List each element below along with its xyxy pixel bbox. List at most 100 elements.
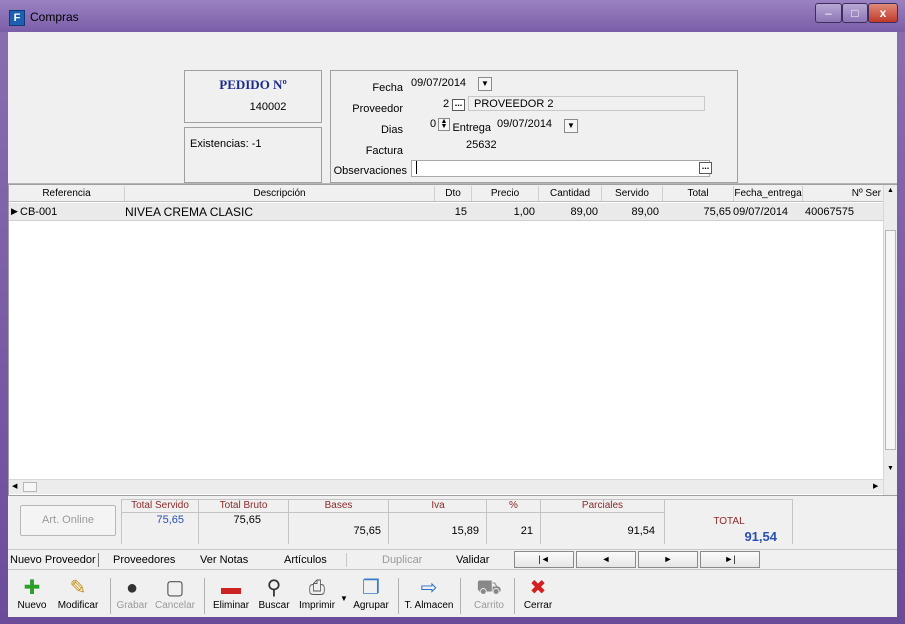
text-cursor <box>416 161 417 174</box>
link-ver-notas[interactable]: Ver Notas <box>200 554 248 566</box>
nuevo-label: Nuevo <box>17 600 47 611</box>
toolbar-divider <box>514 578 515 614</box>
header-precio[interactable]: Precio <box>472 188 538 199</box>
header-descripcion[interactable]: Descripción <box>125 188 434 199</box>
imprimir-dropdown-icon[interactable]: ▼ <box>340 594 348 603</box>
header-referencia[interactable]: Referencia <box>9 188 124 199</box>
horizontal-scroll-thumb[interactable] <box>23 482 37 492</box>
total-label: TOTAL <box>713 516 745 527</box>
factura-value[interactable]: 25632 <box>466 139 497 151</box>
horizontal-scrollbar[interactable]: ◀ ▶ <box>9 479 883 494</box>
total-bruto-label: Total Bruto <box>199 500 288 513</box>
proveedor-name: PROVEEDOR 2 <box>474 98 554 110</box>
fecha-label: Fecha <box>372 82 403 94</box>
imprimir-button[interactable]: ⎙ Imprimir <box>296 576 338 611</box>
modificar-button[interactable]: ✎ Modificar <box>54 576 102 611</box>
cancel-doc-icon: ▢ <box>165 577 185 599</box>
link-duplicar[interactable]: Duplicar <box>382 554 422 566</box>
total-value: 91,54 <box>744 529 777 544</box>
nav-next-button[interactable]: ► <box>638 551 698 568</box>
scroll-left-icon[interactable]: ◀ <box>12 482 17 490</box>
cart-icon: ⛟ <box>476 577 502 599</box>
header-n-serie[interactable]: Nº Ser <box>803 188 883 199</box>
proveedor-lookup-button[interactable]: ... <box>452 99 465 111</box>
cell-precio[interactable]: 1,00 <box>472 206 535 218</box>
cell-dto[interactable]: 15 <box>435 206 467 218</box>
link-divider <box>98 553 99 567</box>
eliminar-label: Eliminar <box>212 600 250 611</box>
bases-value: 75,65 <box>353 525 381 537</box>
transfer-doc-icon: ⇨ <box>420 577 438 599</box>
ellipsis-icon: ... <box>454 98 463 108</box>
observaciones-lookup-button[interactable]: ... <box>699 162 712 174</box>
iva-value: 15,89 <box>451 525 479 537</box>
entrega-value[interactable]: 09/07/2014 <box>497 118 552 130</box>
total-bruto-value: 75,65 <box>233 514 261 526</box>
order-lines-grid[interactable]: Referencia Descripción Dto Precio Cantid… <box>8 184 897 496</box>
header-total[interactable]: Total <box>663 188 733 199</box>
percent-label: % <box>487 500 540 513</box>
buscar-button[interactable]: ⚲ Buscar <box>255 576 293 611</box>
entrega-dropdown-button[interactable]: ▼ <box>564 119 578 133</box>
link-nuevo-proveedor[interactable]: Nuevo Proveedor <box>10 554 96 566</box>
cell-referencia[interactable]: CB-001 <box>20 206 57 218</box>
link-articulos[interactable]: Artículos <box>284 554 327 566</box>
plus-icon: ✚ <box>23 577 41 599</box>
cell-fecha-entrega[interactable]: 09/07/2014 <box>733 206 788 218</box>
art-online-button[interactable]: Art. Online <box>20 505 116 536</box>
header-fecha-entrega[interactable]: Fecha_entrega <box>734 188 802 199</box>
cell-descripcion[interactable]: NIVEA CREMA CLASIC <box>125 205 253 219</box>
row-pointer-icon: ▶ <box>11 206 18 216</box>
title-bar: F Compras – □ x <box>0 0 905 32</box>
scroll-down-icon[interactable]: ▼ <box>887 465 894 472</box>
link-validar[interactable]: Validar <box>456 554 489 566</box>
cancelar-button[interactable]: ▢ Cancelar <box>153 576 197 611</box>
window-title: Compras <box>30 10 79 24</box>
scroll-right-icon[interactable]: ▶ <box>873 482 878 490</box>
cell-n-serie[interactable]: 40067575 <box>805 206 854 218</box>
close-window-button[interactable]: x <box>868 3 898 23</box>
agrupar-button[interactable]: ❐ Agrupar <box>350 576 392 611</box>
vertical-scroll-thumb[interactable] <box>885 230 896 450</box>
cerrar-button[interactable]: ✖ Cerrar <box>520 576 556 611</box>
chevron-down-icon: ▼ <box>567 121 575 130</box>
vertical-scrollbar[interactable]: ▲ ▼ <box>883 185 897 495</box>
cell-cantidad[interactable]: 89,00 <box>539 206 598 218</box>
nuevo-button[interactable]: ✚ Nuevo <box>16 576 48 611</box>
grabar-button[interactable]: ● Grabar <box>115 576 149 611</box>
cell-servido[interactable]: 89,00 <box>602 206 659 218</box>
carrito-button[interactable]: ⛟ Carrito <box>470 576 508 611</box>
table-row[interactable]: ▶ CB-001 NIVEA CREMA CLASIC 15 1,00 89,0… <box>9 203 883 221</box>
nav-prev-button[interactable]: ◄ <box>576 551 636 568</box>
eliminar-button[interactable]: ▬ Eliminar <box>210 576 252 611</box>
minimize-button[interactable]: – <box>815 3 842 23</box>
t-almacen-label: T. Almacen <box>404 600 454 611</box>
nav-last-button[interactable]: ►| <box>700 551 760 568</box>
observaciones-input[interactable] <box>411 160 710 177</box>
minus-icon: ▬ <box>221 577 241 599</box>
toolbar-divider <box>204 578 205 614</box>
fecha-dropdown-button[interactable]: ▼ <box>478 77 492 91</box>
pencil-icon: ✎ <box>69 577 87 599</box>
link-proveedores[interactable]: Proveedores <box>113 554 175 566</box>
iva-label: Iva <box>389 500 487 513</box>
printer-icon: ⎙ <box>309 577 325 599</box>
dias-spinner[interactable]: ▲ ▼ <box>438 118 450 131</box>
total-cell: TOTAL 91,54 <box>665 499 793 544</box>
fecha-value[interactable]: 09/07/2014 <box>411 77 466 89</box>
header-cantidad[interactable]: Cantidad <box>539 188 601 199</box>
nav-first-button[interactable]: |◄ <box>514 551 574 568</box>
order-header: PEDIDO Nº 140002 Existencias: -1 Fecha 0… <box>8 32 897 184</box>
toolbar-divider <box>398 578 399 614</box>
totals-panel: Art. Online Total Servido 75,65 Total Br… <box>8 496 897 546</box>
header-dto[interactable]: Dto <box>435 188 471 199</box>
order-form: Fecha 09/07/2014 ▼ Proveedor 2 ... PROVE… <box>330 70 738 183</box>
scroll-up-icon[interactable]: ▲ <box>887 187 894 194</box>
proveedor-name-field: PROVEEDOR 2 <box>468 96 705 111</box>
cell-total[interactable]: 75,65 <box>663 206 731 218</box>
proveedor-number[interactable]: 2 <box>443 98 449 110</box>
header-servido[interactable]: Servido <box>602 188 662 199</box>
dias-value[interactable]: 0 <box>430 118 436 130</box>
t-almacen-button[interactable]: ⇨ T. Almacen <box>403 576 455 611</box>
maximize-button[interactable]: □ <box>842 3 868 23</box>
